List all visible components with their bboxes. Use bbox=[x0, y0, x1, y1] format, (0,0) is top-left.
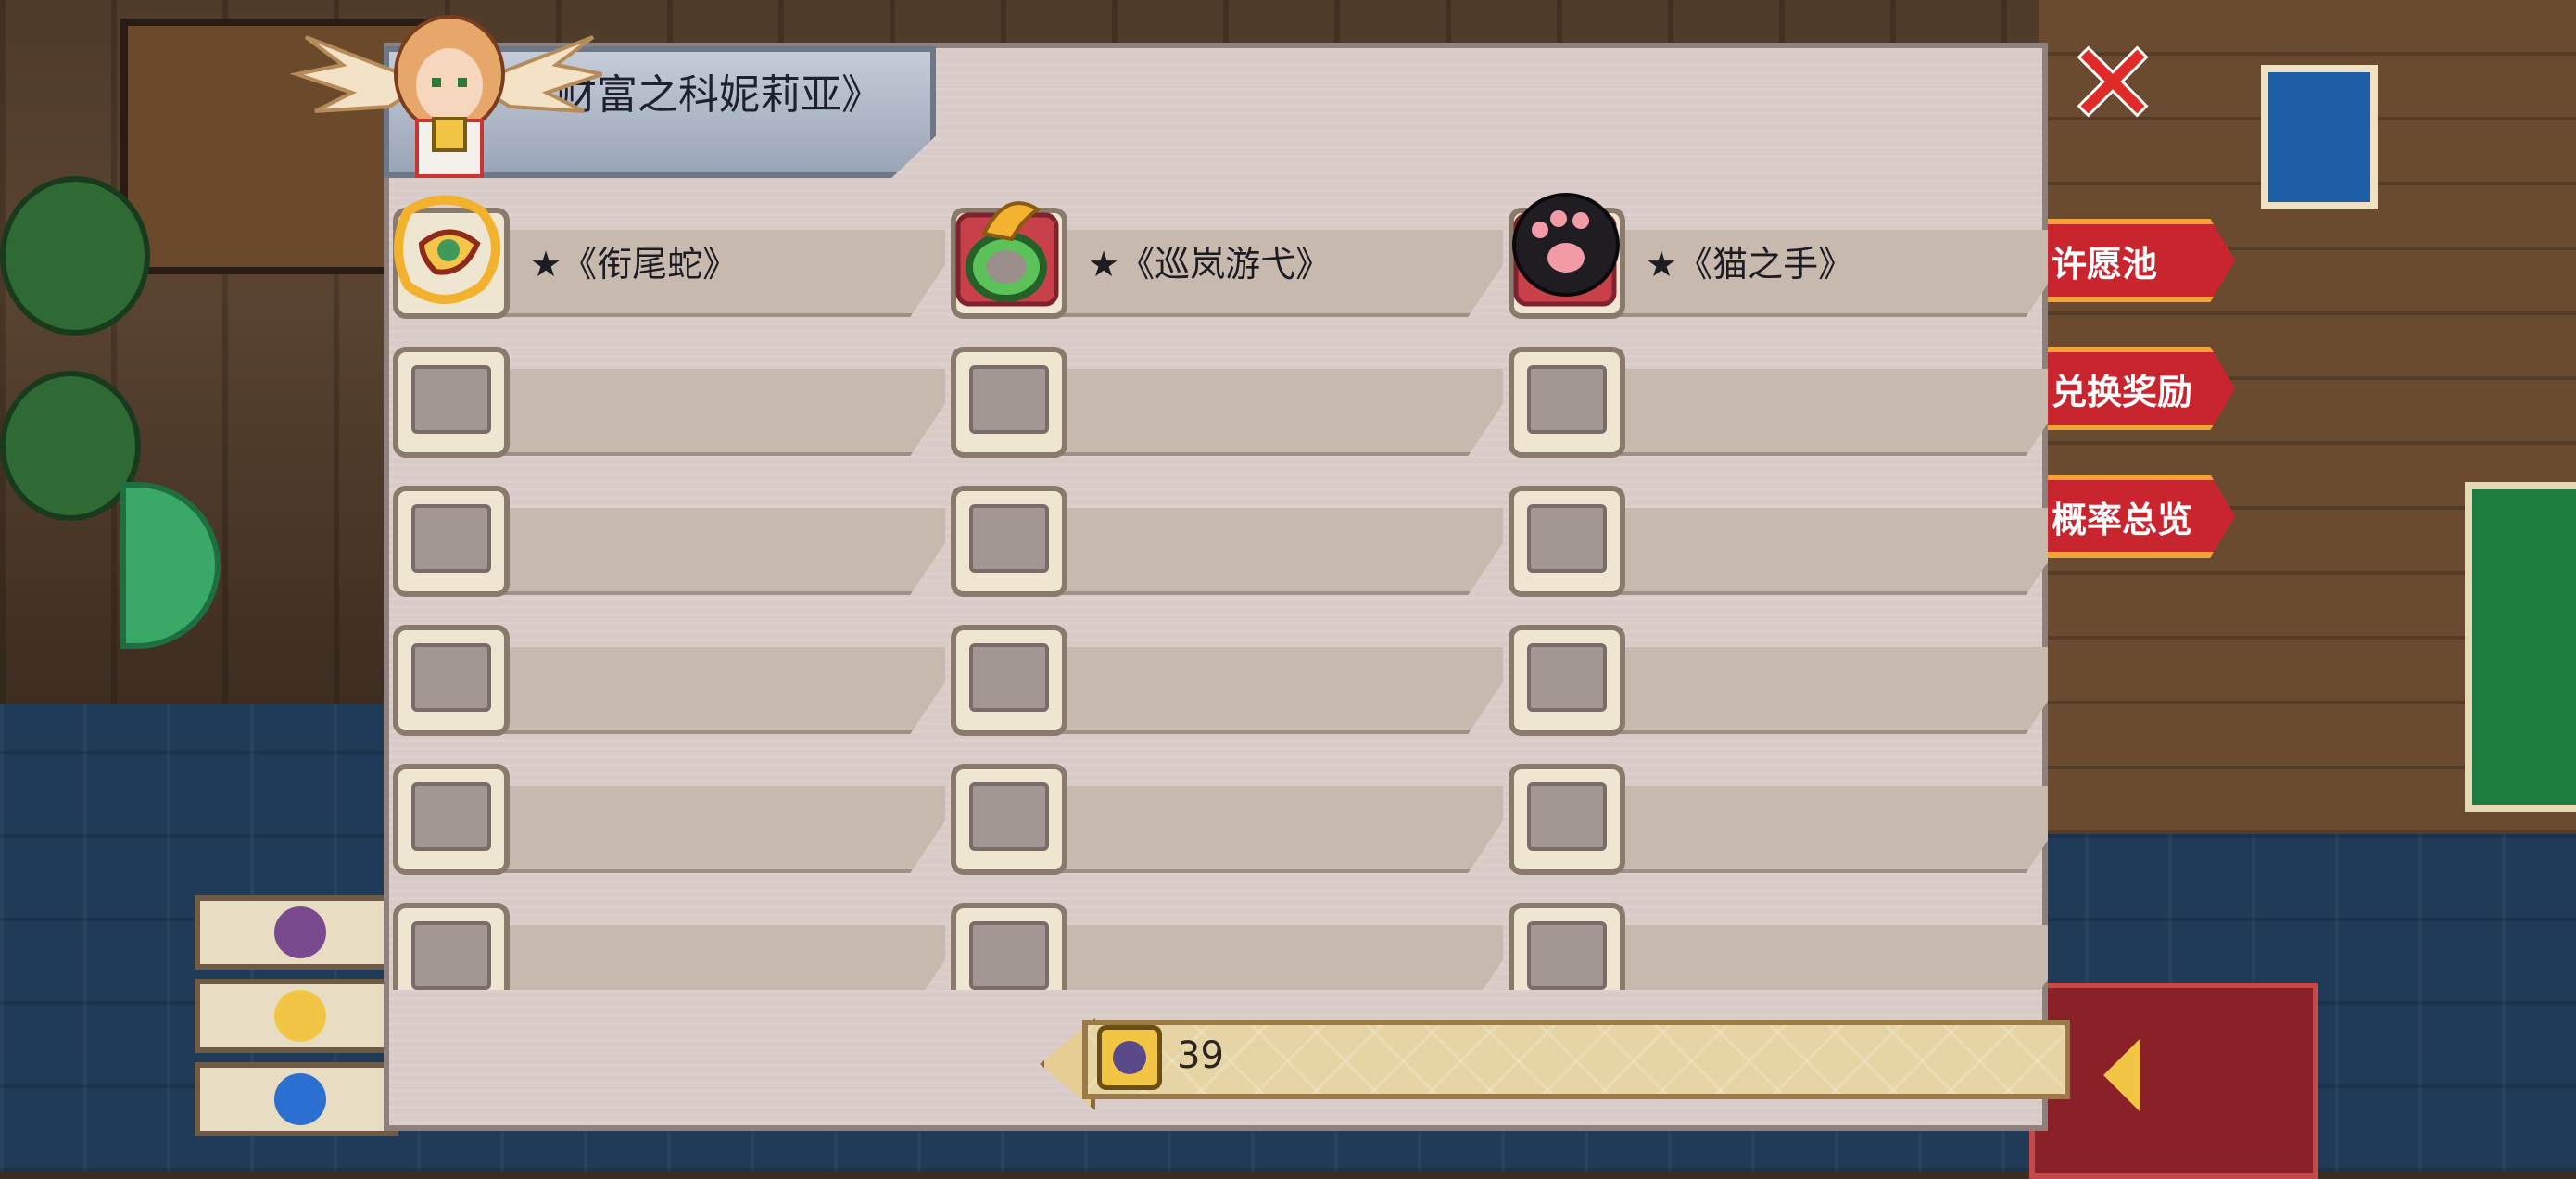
slot-frame bbox=[951, 764, 1067, 875]
slot-frame bbox=[951, 347, 1067, 458]
side-button-label: 概率总览 bbox=[2052, 499, 2193, 540]
cat-paw-icon bbox=[1512, 193, 1620, 307]
collection-slot-empty[interactable] bbox=[1505, 742, 2048, 875]
collection-slot-empty[interactable] bbox=[389, 881, 945, 990]
slot-bar bbox=[1003, 925, 1503, 990]
slot-frame bbox=[951, 486, 1067, 597]
slot-bar bbox=[445, 925, 945, 990]
collection-slot-empty[interactable] bbox=[947, 324, 1503, 458]
close-button[interactable]: ✕ bbox=[2066, 29, 2159, 138]
tree-decoration bbox=[0, 176, 150, 336]
slot-bar bbox=[1560, 508, 2048, 595]
side-button-exchange-rewards[interactable]: 兑换奖励 bbox=[2029, 347, 2235, 430]
collection-slot-empty[interactable] bbox=[1505, 602, 2048, 736]
background-red-carpet bbox=[2029, 982, 2318, 1179]
side-button-probability-overview[interactable]: 概率总览 bbox=[2029, 475, 2235, 558]
coin-token-icon bbox=[274, 990, 326, 1042]
slot-frame bbox=[951, 625, 1067, 736]
winged-ring-icon bbox=[955, 201, 1059, 307]
collection-slot-empty[interactable] bbox=[947, 463, 1503, 597]
purple-crystal-icon bbox=[274, 906, 326, 958]
slot-frame bbox=[1509, 764, 1625, 875]
slot-frame bbox=[393, 347, 510, 458]
collection-slot-ouroboros[interactable]: ★《衔尾蛇》 bbox=[389, 185, 945, 319]
side-button-label: 兑换奖励 bbox=[2052, 371, 2193, 412]
currency-bar bbox=[1082, 1020, 2070, 1099]
collection-grid: ★《衔尾蛇》 ★《巡岚游弋》 ★《猫之手》 bbox=[389, 185, 2048, 990]
close-icon: ✕ bbox=[2066, 19, 2159, 147]
collection-slot-empty[interactable] bbox=[947, 602, 1503, 736]
slot-frame bbox=[393, 625, 510, 736]
collection-slot-empty[interactable] bbox=[389, 324, 945, 458]
slot-bar bbox=[1003, 508, 1503, 595]
slot-bar bbox=[1560, 647, 2048, 734]
slot-bar bbox=[1560, 369, 2048, 456]
collection-slot-empty[interactable] bbox=[947, 742, 1503, 875]
slot-label: ★《巡岚游弋》 bbox=[1088, 244, 1332, 285]
resource-gem: 43 bbox=[195, 1062, 398, 1136]
collection-slot-empty[interactable] bbox=[389, 742, 945, 875]
collection-slot-empty[interactable] bbox=[1505, 881, 2048, 990]
collection-slot-winged-ring[interactable]: ★《巡岚游弋》 bbox=[947, 185, 1503, 319]
slot-bar bbox=[445, 647, 945, 734]
blue-gem-icon bbox=[274, 1073, 326, 1125]
slot-frame bbox=[1509, 625, 1625, 736]
slot-bar bbox=[1003, 647, 1503, 734]
collection-slot-empty[interactable] bbox=[389, 602, 945, 736]
slot-bar bbox=[445, 786, 945, 873]
winged-hero-portrait bbox=[289, 15, 602, 178]
currency-value: 39 bbox=[1177, 1034, 1224, 1077]
slot-frame bbox=[393, 486, 510, 597]
slot-frame bbox=[393, 903, 510, 990]
panel-title: 财富之科妮莉亚》 bbox=[556, 71, 882, 119]
slot-frame bbox=[393, 764, 510, 875]
collection-slot-cat-paw[interactable]: ★《猫之手》 bbox=[1505, 185, 2048, 319]
slot-bar bbox=[1560, 786, 2048, 873]
resource-coin: 39 bbox=[195, 979, 398, 1053]
collection-slot-empty[interactable] bbox=[947, 881, 1503, 990]
slot-frame bbox=[1509, 903, 1625, 990]
collection-slot-empty[interactable] bbox=[1505, 324, 2048, 458]
background-green-door bbox=[2465, 482, 2576, 812]
slot-bar bbox=[1560, 925, 2048, 990]
slot-bar bbox=[445, 369, 945, 456]
resource-crystal bbox=[195, 895, 398, 970]
slot-frame bbox=[1509, 486, 1625, 597]
ouroboros-icon bbox=[394, 195, 500, 304]
side-button-wishing-pool[interactable]: 许愿池 bbox=[2029, 219, 2235, 302]
slot-label: ★《衔尾蛇》 bbox=[530, 244, 739, 285]
background-pool bbox=[2261, 65, 2378, 209]
slot-frame bbox=[951, 903, 1067, 990]
slot-label: ★《猫之手》 bbox=[1646, 244, 1854, 285]
side-button-label: 许愿池 bbox=[2052, 243, 2158, 285]
slot-bar bbox=[445, 508, 945, 595]
slot-frame bbox=[1509, 347, 1625, 458]
collection-slot-empty[interactable] bbox=[1505, 463, 2048, 597]
coin-token-icon bbox=[1097, 1025, 1162, 1090]
slot-bar bbox=[1003, 786, 1503, 873]
slot-bar bbox=[1003, 369, 1503, 456]
collection-slot-empty[interactable] bbox=[389, 463, 945, 597]
